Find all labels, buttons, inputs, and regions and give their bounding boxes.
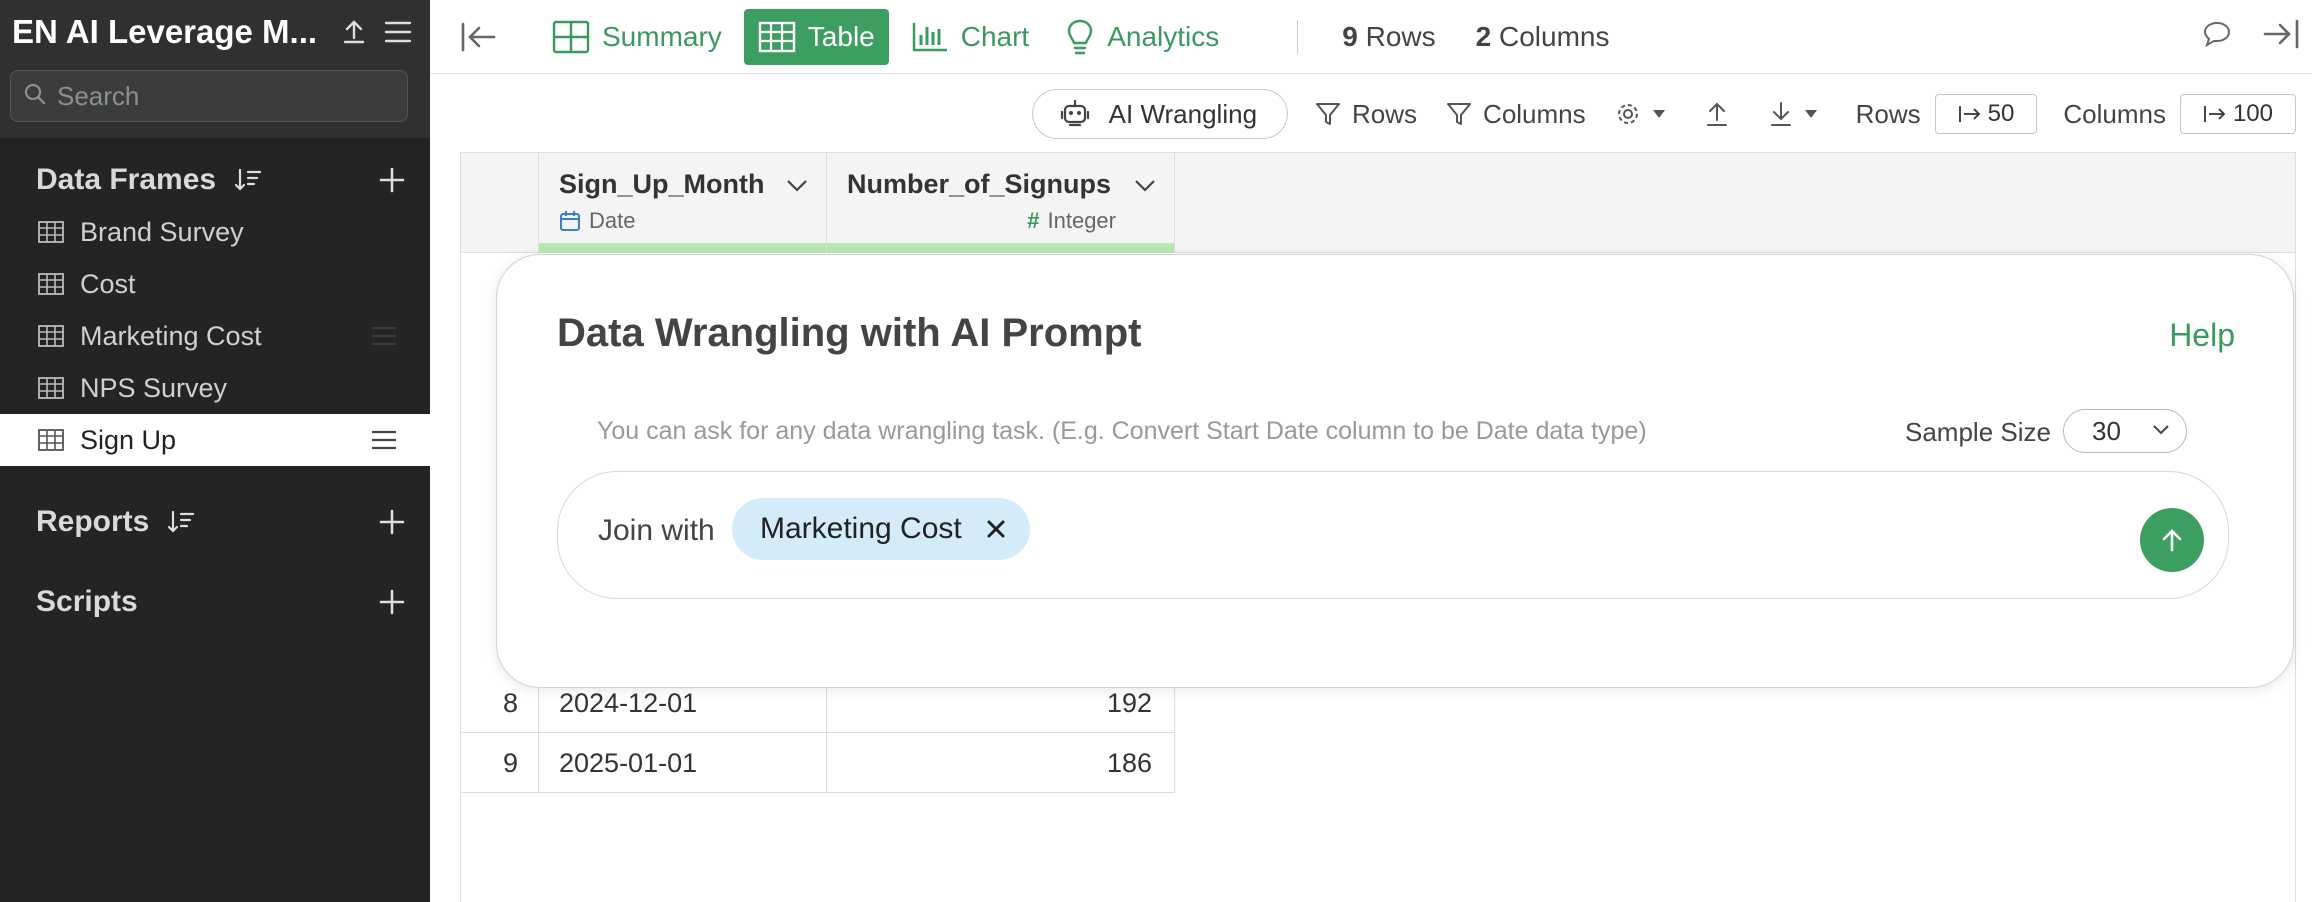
rows-limit: Rows 50 [1856,94,2038,134]
scripts-section: Scripts [0,576,430,628]
arrow-to-right-icon [1958,106,1980,122]
upload-icon [1706,102,1727,126]
item-menu-icon[interactable] [370,324,398,355]
sidebar-header: EN AI Leverage M... [0,0,430,64]
hash-icon: # [1027,208,1040,233]
grid-header: Sign_Up_Month Date Number_of_Signups # I… [461,153,2295,253]
data-frames-heading: Data Frames [36,163,217,196]
sidebar-item-marketing-cost[interactable]: Marketing Cost [0,310,430,362]
top-toolbar: Summary Table Chart Analytics 9 Rows 2 C… [430,0,2312,74]
sort-icon[interactable] [234,167,262,193]
tab-table[interactable]: Table [743,8,889,65]
filter-icon [1316,103,1341,125]
data-frames-section: Data Frames [0,154,430,206]
ai-prompt-dialog: Data Wrangling with AI Prompt Help You c… [496,254,2294,688]
comment-icon[interactable] [2202,20,2232,48]
chevron-down-icon[interactable] [786,169,808,200]
search-box[interactable] [10,70,408,122]
table-icon [38,429,64,451]
chevron-down-icon [2153,425,2169,435]
robot-icon [1060,99,1089,127]
table-row[interactable]: 9 2025-01-01 186 [461,733,1175,793]
sample-size-select[interactable]: 30 [2063,409,2187,453]
send-button[interactable] [2140,508,2204,572]
reports-section: Reports [0,496,430,548]
search-icon [23,82,47,111]
prompt-hint: You can ask for any data wrangling task.… [597,417,1647,445]
sidebar-item-cost[interactable]: Cost [0,258,430,310]
row-count: 9 Rows [1342,20,1436,52]
upload-icon[interactable] [336,14,372,50]
column-header-number-of-signups[interactable]: Number_of_Signups # Integer [827,153,1175,253]
column-quality-bar [827,243,1174,253]
add-script-icon[interactable] [378,588,406,616]
filter-icon [1447,103,1472,125]
prompt-prefix: Join with [598,514,715,547]
toolbar-divider [1297,19,1299,54]
dialog-title: Data Wrangling with AI Prompt [557,311,1142,355]
download-icon [1770,102,1791,126]
column-header-sign-up-month[interactable]: Sign_Up_Month Date [539,153,827,253]
reports-heading: Reports [36,505,150,538]
sidebar-item-label: Cost [80,268,136,299]
hamburger-menu-icon[interactable] [380,14,416,50]
table-icon [758,21,795,52]
settings-dropdown[interactable] [1614,100,1676,128]
sidebar-item-label: Brand Survey [80,216,244,247]
table-icon [38,221,64,243]
table-toolbar: AI Wrangling Rows Columns Rows 50 Column… [430,76,2312,152]
download-dropdown[interactable] [1768,100,1828,128]
help-link[interactable]: Help [2169,317,2235,354]
gear-icon [1617,104,1638,124]
sidebar-item-nps-survey[interactable]: NPS Survey [0,362,430,414]
rows-filter-button[interactable]: Rows [1314,99,1417,130]
sidebar-item-brand-survey[interactable]: Brand Survey [0,206,430,258]
add-data-frame-icon[interactable] [378,166,406,194]
sidebar-item-label: Marketing Cost [80,320,262,351]
data-frame-chip[interactable]: Marketing Cost [732,498,1030,560]
sidebar: EN AI Leverage M... Data Frames Brand Su… [0,0,430,902]
table-icon [38,273,64,295]
close-icon[interactable] [986,519,1006,539]
prompt-input[interactable]: Join with Marketing Cost [557,471,2229,599]
column-count: 2 Columns [1475,20,1610,52]
row-index-header [461,153,539,253]
search-input[interactable] [57,80,387,112]
sidebar-item-sign-up[interactable]: Sign Up [0,414,430,466]
sidebar-item-label: Sign Up [80,424,177,455]
tab-analytics[interactable]: Analytics [1051,9,1233,65]
caret-down-icon [1652,110,1665,118]
export-button[interactable] [1704,100,1740,128]
tab-summary[interactable]: Summary [538,9,736,65]
expand-right-panel-icon[interactable] [2262,18,2300,50]
table-icon [38,325,64,347]
scripts-heading: Scripts [36,585,138,618]
sort-icon[interactable] [167,509,195,535]
columns-filter-button[interactable]: Columns [1445,99,1586,130]
sample-size-label: Sample Size [1905,417,2051,447]
project-title[interactable]: EN AI Leverage M... [12,13,328,51]
toolbar-right [2202,18,2300,50]
tab-chart[interactable]: Chart [897,9,1043,65]
add-report-icon[interactable] [378,508,406,536]
chevron-down-icon[interactable] [1134,169,1156,200]
columns-limit-input[interactable]: 100 [2179,94,2296,134]
collapse-sidebar-icon[interactable] [460,21,498,53]
lightbulb-icon [1068,19,1093,54]
ai-wrangling-button[interactable]: AI Wrangling [1031,89,1289,139]
caret-down-icon [1804,110,1817,118]
sidebar-item-label: NPS Survey [80,372,228,403]
table-icon [38,377,64,399]
column-quality-bar [539,243,826,253]
summary-icon [552,20,590,53]
arrow-up-icon [2162,529,2182,552]
columns-limit: Columns 100 [2063,94,2296,134]
sidebar-body: Data Frames Brand Survey Cost Marketing … [0,138,430,902]
arrow-to-right-icon [2204,106,2226,122]
calendar-icon [559,210,581,232]
bar-chart-icon [912,22,947,51]
rows-limit-input[interactable]: 50 [1934,94,2038,134]
item-menu-icon[interactable] [370,428,398,459]
